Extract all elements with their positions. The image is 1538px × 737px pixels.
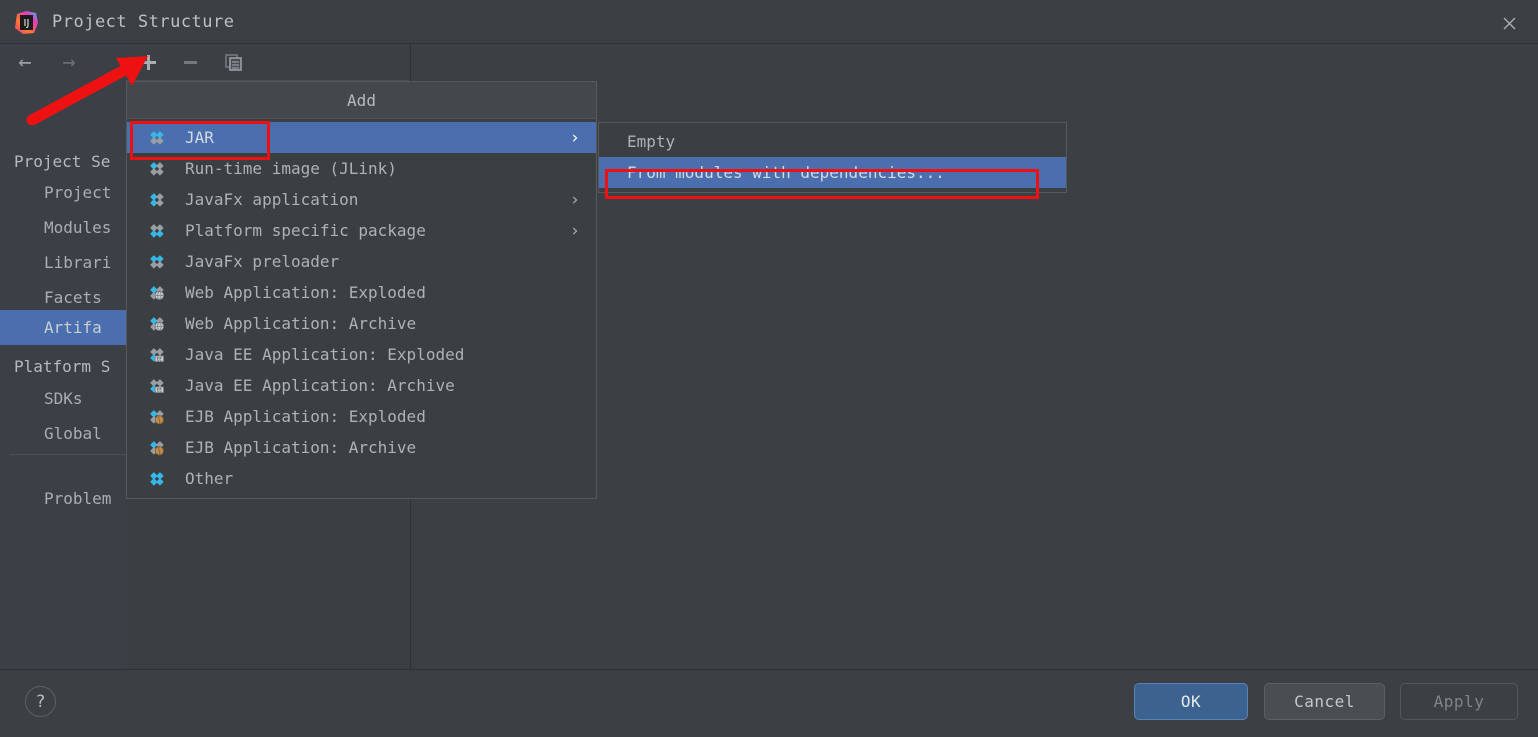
sidebar-item-sdks[interactable]: SDKs bbox=[0, 381, 126, 416]
svg-text:EE: EE bbox=[157, 387, 163, 392]
sidebar-item-problem[interactable]: Problem bbox=[0, 481, 126, 516]
navigation-bar: ← → bbox=[0, 44, 126, 81]
arrow-right-icon[interactable]: → bbox=[54, 52, 84, 74]
help-button[interactable]: ? bbox=[25, 686, 56, 717]
chevron-right-icon: › bbox=[570, 222, 580, 240]
menu-item-label: Java EE Application: Archive bbox=[185, 376, 455, 395]
arrow-left-icon[interactable]: ← bbox=[10, 52, 40, 74]
artifact-ejb-icon bbox=[149, 409, 165, 425]
sidebar-item-label: Global bbox=[44, 424, 102, 443]
submenu-item-label: Empty bbox=[627, 132, 675, 151]
menu-item-other[interactable]: Other bbox=[127, 463, 596, 494]
menu-item-ejb-application-archive[interactable]: EJB Application: Archive bbox=[127, 432, 596, 463]
menu-item-web-application-archive[interactable]: Web Application: Archive bbox=[127, 308, 596, 339]
menu-item-java-ee-application-exploded[interactable]: EE Java EE Application: Exploded bbox=[127, 339, 596, 370]
copy-icon[interactable] bbox=[218, 48, 248, 77]
submenu-item-label: From modules with dependencies... bbox=[627, 163, 945, 182]
sidebar-item-librari[interactable]: Librari bbox=[0, 245, 126, 280]
page-title: Project Structure bbox=[52, 10, 235, 35]
menu-item-label: EJB Application: Archive bbox=[185, 438, 416, 457]
artifact-preloader-icon bbox=[149, 254, 165, 270]
menu-item-web-application-exploded[interactable]: Web Application: Exploded bbox=[127, 277, 596, 308]
sidebar-item-label: SDKs bbox=[44, 389, 83, 408]
sidebar-item-artifa[interactable]: Artifa bbox=[0, 310, 126, 345]
menu-item-label: Java EE Application: Exploded bbox=[185, 345, 464, 364]
sidebar: ← → Project Se Project Modules Librari Facet… bbox=[0, 44, 126, 669]
apply-button[interactable]: Apply bbox=[1400, 683, 1518, 720]
menu-item-label: Platform specific package bbox=[185, 221, 426, 240]
menu-item-label: Web Application: Archive bbox=[185, 314, 416, 333]
ok-button[interactable]: OK bbox=[1134, 683, 1248, 720]
intellij-idea-logo-icon: IJ bbox=[14, 10, 39, 35]
artifact-jlink-icon bbox=[149, 161, 165, 177]
menu-item-label: EJB Application: Exploded bbox=[185, 407, 426, 426]
menu-item-ejb-application-exploded[interactable]: EJB Application: Exploded bbox=[127, 401, 596, 432]
menu-item-java-ee-application-archive[interactable]: EE Java EE Application: Archive bbox=[127, 370, 596, 401]
add-menu-header: Add bbox=[127, 82, 596, 119]
jar-submenu: Empty From modules with dependencies... bbox=[598, 122, 1067, 193]
sidebar-item-label: Platform S bbox=[14, 357, 110, 376]
close-icon[interactable] bbox=[1494, 8, 1524, 38]
sidebar-item-platform-s[interactable]: Platform S bbox=[0, 349, 126, 384]
artifact-web-icon bbox=[149, 285, 165, 301]
svg-text:EE: EE bbox=[157, 356, 163, 361]
artifact-platform-icon bbox=[149, 223, 165, 239]
menu-item-label: JavaFx preloader bbox=[185, 252, 339, 271]
menu-item-platform-specific-package[interactable]: Platform specific package › bbox=[127, 215, 596, 246]
minus-icon[interactable] bbox=[175, 48, 205, 77]
artifact-javaee-icon: EE bbox=[149, 347, 165, 363]
sidebar-item-project[interactable]: Project bbox=[0, 175, 126, 210]
svg-text:IJ: IJ bbox=[24, 18, 30, 29]
menu-item-jar[interactable]: JAR › bbox=[127, 122, 596, 153]
sidebar-item-modules[interactable]: Modules bbox=[0, 210, 126, 245]
menu-item-run-time-image-jlink[interactable]: Run-time image (JLink) bbox=[127, 153, 596, 184]
artifact-ejb-icon bbox=[149, 440, 165, 456]
sidebar-item-global[interactable]: Global bbox=[0, 416, 126, 451]
chevron-right-icon: › bbox=[570, 129, 580, 147]
sidebar-item-label: Project Se bbox=[14, 152, 110, 171]
submenu-item-from-modules-with-dependencies[interactable]: From modules with dependencies... bbox=[599, 157, 1066, 188]
sidebar-item-label: Librari bbox=[44, 253, 111, 272]
menu-item-label: Other bbox=[185, 469, 233, 488]
menu-item-label: JAR bbox=[185, 128, 214, 147]
artifact-javafx-icon bbox=[149, 192, 165, 208]
sidebar-divider bbox=[10, 454, 126, 455]
artifact-web-icon bbox=[149, 316, 165, 332]
menu-item-label: Run-time image (JLink) bbox=[185, 159, 397, 178]
artifact-jar-icon bbox=[149, 130, 165, 146]
chevron-right-icon: › bbox=[570, 191, 580, 209]
menu-item-javafx-application[interactable]: JavaFx application › bbox=[127, 184, 596, 215]
cancel-button[interactable]: Cancel bbox=[1264, 683, 1385, 720]
menu-item-label: JavaFx application bbox=[185, 190, 358, 209]
plus-icon[interactable] bbox=[133, 48, 163, 77]
sidebar-item-label: Problem bbox=[44, 489, 111, 508]
add-artifact-menu: Add JAR › Run-time image (JLink) JavaFx a… bbox=[126, 81, 597, 499]
title-bar: IJ Project Structure bbox=[0, 0, 1538, 44]
artifacts-toolbar bbox=[126, 44, 409, 81]
sidebar-item-label: Artifa bbox=[44, 318, 102, 337]
artifact-other-icon bbox=[149, 471, 165, 487]
sidebar-item-label: Facets bbox=[44, 288, 102, 307]
menu-item-javafx-preloader[interactable]: JavaFx preloader bbox=[127, 246, 596, 277]
artifact-javaee-icon: EE bbox=[149, 378, 165, 394]
sidebar-item-label: Project bbox=[44, 183, 111, 202]
submenu-item-empty[interactable]: Empty bbox=[599, 126, 1066, 157]
menu-item-label: Web Application: Exploded bbox=[185, 283, 426, 302]
sidebar-item-project-se[interactable]: Project Se bbox=[0, 144, 126, 179]
sidebar-item-label: Modules bbox=[44, 218, 111, 237]
